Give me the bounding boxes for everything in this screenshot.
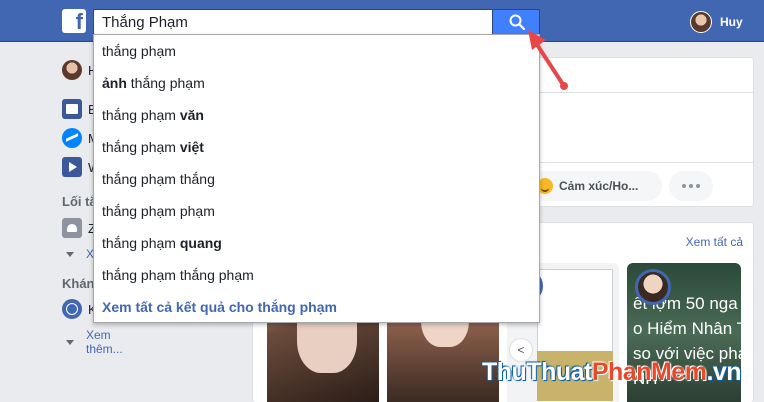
shortcuts-heading: Lối tắ: [62, 194, 97, 209]
see-all-results-link[interactable]: Xem tất cả kết quả cho thắng phạm: [102, 299, 337, 315]
suggestion-text: thắng phạm: [102, 107, 180, 123]
see-more-explore[interactable]: Xem thêm...: [66, 328, 123, 356]
search-suggestion-item[interactable]: thắng phạm quang: [102, 235, 222, 251]
search-suggestion-item[interactable]: thắng phạm thắng phạm: [102, 267, 254, 283]
suggestion-highlight: văn: [179, 107, 204, 123]
suggestion-text: thắng phạm: [102, 139, 180, 155]
suggestion-text: thắng phạm: [102, 235, 180, 251]
messenger-icon: [62, 128, 82, 148]
watermark-part: ThuThuat: [482, 358, 592, 386]
logo-letter: f: [75, 9, 83, 34]
dot-icon: [682, 184, 686, 188]
clock-icon: [62, 299, 82, 319]
dot-icon: [696, 184, 700, 188]
dot-icon: [689, 184, 693, 188]
search-suggestion-item[interactable]: thắng phạm phạm: [102, 203, 215, 219]
search-suggestion-item[interactable]: thắng phạm việt: [102, 139, 204, 155]
left-sidebar: H B M W Lối tắ Z Xem Khán K Xem thêm...: [0, 42, 123, 402]
chevron-down-icon: [66, 251, 74, 257]
search-suggestions-dropdown: Xem tất cả kết quả cho thắng phạm thắng …: [93, 34, 540, 323]
sidebar-item-group[interactable]: Z: [62, 218, 96, 238]
suggestion-highlight: ảnh: [102, 75, 127, 91]
see-all-stories-link[interactable]: Xem tất cả: [686, 235, 743, 249]
watch-icon: [62, 157, 82, 177]
avatar: [690, 11, 712, 33]
search-suggestion-item[interactable]: ảnh thắng phạm: [102, 75, 205, 91]
search-input[interactable]: [94, 10, 492, 34]
suggestion-highlight: quang: [179, 235, 222, 251]
watermark-part: .vn: [706, 358, 742, 386]
search-box[interactable]: [93, 9, 493, 35]
group-icon: [62, 218, 82, 238]
suggestion-text: thắng phạm thắng: [102, 171, 215, 187]
suggestion-text: thắng phạm: [126, 75, 205, 91]
explore-heading: Khán: [62, 276, 95, 291]
facebook-logo-icon[interactable]: f: [62, 9, 86, 34]
news-feed-icon: [62, 99, 82, 119]
sidebar-item-memories[interactable]: K: [62, 299, 97, 319]
profile-link[interactable]: Huy: [690, 10, 743, 34]
search-suggestion-item[interactable]: thắng phạm: [102, 43, 176, 59]
suggestion-text: thắng phạm phạm: [102, 203, 215, 219]
feeling-activity-button[interactable]: Cảm xúc/Ho...: [529, 171, 662, 201]
feeling-label: Cảm xúc/Ho...: [559, 179, 639, 193]
suggestion-highlight: việt: [179, 139, 204, 155]
search-suggestion-item[interactable]: thắng phạm văn: [102, 107, 204, 123]
annotation-arrow-icon: [528, 30, 568, 90]
suggestion-text: thắng phạm: [102, 43, 176, 59]
suggestion-text: thắng phạm thắng phạm: [102, 267, 254, 283]
watermark-logo: ThuThuatPhanMem.vn: [482, 358, 742, 387]
search-suggestion-item[interactable]: thắng phạm thắng: [102, 171, 215, 187]
avatar: [635, 269, 671, 305]
chevron-down-icon: [66, 339, 74, 345]
more-options-button[interactable]: [669, 171, 713, 201]
sidebar-item-news-feed[interactable]: B: [62, 99, 97, 119]
avatar: [62, 60, 82, 80]
watermark-part: PhanMem: [591, 358, 707, 386]
profile-name: Huy: [720, 15, 743, 29]
see-more-label: Xem thêm...: [86, 328, 123, 356]
